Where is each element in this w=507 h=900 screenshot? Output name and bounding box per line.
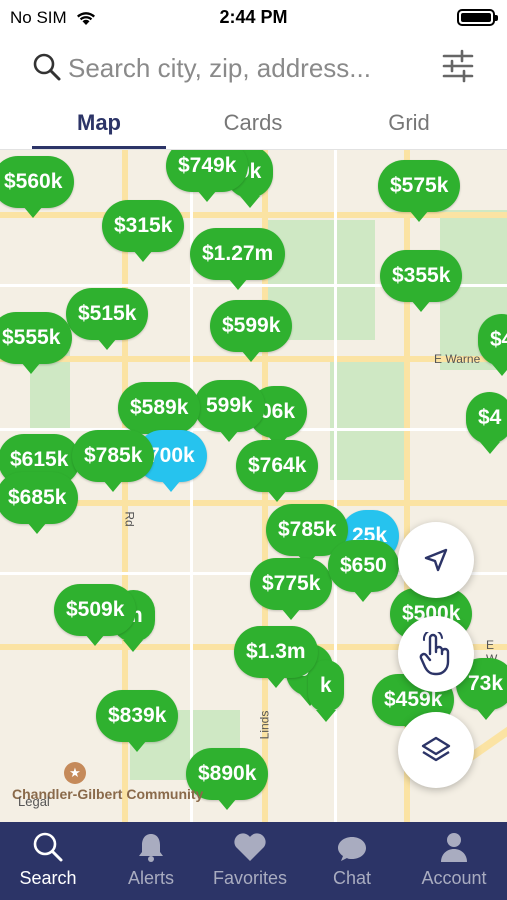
person-icon — [441, 833, 467, 862]
tab-grid[interactable]: Grid — [342, 110, 476, 136]
active-tab-indicator — [32, 146, 166, 149]
draw-area-button[interactable] — [398, 616, 474, 692]
search-icon — [33, 53, 61, 81]
hand-pointer-icon — [419, 632, 450, 676]
search-input[interactable] — [68, 48, 428, 88]
price-pin[interactable]: $4 — [466, 392, 507, 454]
layers-icon — [421, 736, 451, 762]
park-area — [330, 360, 410, 480]
price-pin[interactable]: $1.27m — [190, 228, 286, 290]
location-arrow-icon — [424, 548, 448, 572]
chat-icon — [338, 837, 366, 861]
status-bar: No SIM 2:44 PM — [0, 0, 507, 34]
nav-favorites[interactable]: Favorites — [200, 830, 300, 889]
filter-sliders-icon[interactable] — [440, 48, 476, 84]
nav-alerts[interactable]: Alerts — [101, 830, 201, 889]
bottom-nav: Search Alerts Favorites Chat Account — [0, 822, 507, 900]
bell-icon — [139, 834, 163, 862]
price-pin[interactable]: $650 — [328, 540, 399, 602]
price-pin[interactable]: $589k — [118, 382, 201, 444]
price-pin[interactable]: $785k — [72, 430, 155, 492]
street-label: E Warne — [434, 352, 481, 366]
locate-me-button[interactable] — [398, 522, 474, 598]
clock: 2:44 PM — [219, 7, 288, 27]
price-pin[interactable]: $749k — [166, 150, 249, 202]
nav-label: Search — [19, 868, 77, 888]
price-pin[interactable]: $355k — [380, 250, 463, 312]
nav-search[interactable]: Search — [0, 830, 98, 889]
tab-map[interactable]: Map — [32, 110, 166, 136]
search-icon — [33, 832, 63, 862]
view-tabs: Map Cards Grid — [0, 102, 507, 150]
school-icon: ★ — [64, 762, 86, 784]
nav-label: Chat — [332, 868, 372, 888]
tab-cards[interactable]: Cards — [186, 110, 320, 136]
price-pin[interactable]: $515k — [66, 288, 149, 350]
map-layers-button[interactable] — [398, 712, 474, 788]
price-pin[interactable]: $599k — [210, 300, 293, 362]
heart-icon — [234, 833, 266, 861]
price-pin[interactable]: $315k — [102, 200, 185, 262]
nav-label: Favorites — [212, 868, 288, 888]
price-pin[interactable]: 599k — [194, 380, 265, 442]
nav-label: Account — [421, 868, 487, 888]
price-pin[interactable]: $1.3m — [234, 626, 318, 688]
nav-chat[interactable]: Chat — [302, 834, 402, 889]
price-pin[interactable]: $685k — [0, 472, 79, 534]
price-pin[interactable]: $555k — [0, 312, 73, 374]
price-pin[interactable]: $575k — [378, 160, 461, 222]
search-bar — [0, 34, 507, 102]
price-pin[interactable]: $509k — [54, 584, 137, 646]
price-pin[interactable]: k — [308, 660, 344, 722]
street-label: Linds — [257, 710, 272, 740]
road — [0, 212, 507, 218]
price-pin[interactable]: $764k — [236, 440, 319, 502]
battery-icon — [457, 9, 498, 26]
map-view[interactable]: E Warne E W Rd Linds $560k 9k $749k $575… — [0, 150, 507, 822]
nav-account[interactable]: Account — [404, 830, 504, 889]
price-pin[interactable]: $775k — [250, 558, 333, 620]
nav-label: Alerts — [127, 868, 174, 888]
street-label: Rd — [122, 511, 137, 527]
legal-link[interactable]: Legal — [18, 794, 50, 809]
price-pin[interactable]: $839k — [96, 690, 179, 752]
price-pin[interactable]: $560k — [0, 156, 75, 218]
